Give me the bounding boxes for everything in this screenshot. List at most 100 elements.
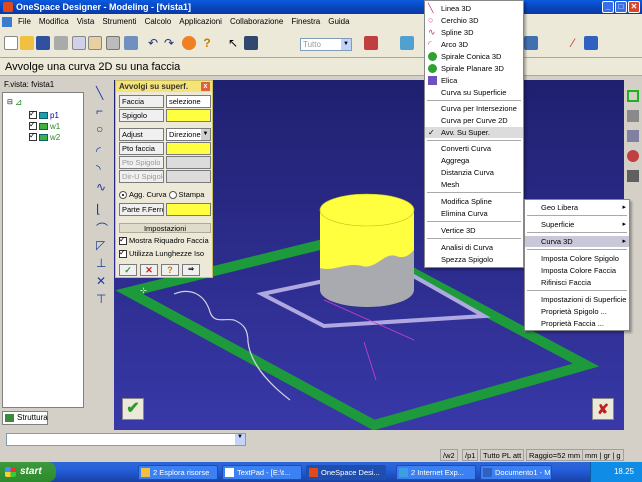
spigolo-field[interactable] bbox=[166, 109, 211, 122]
menu-item-curva-per-curve-2d[interactable]: Curva per Curve 2D bbox=[425, 115, 523, 126]
zoom-view-icon[interactable] bbox=[627, 150, 639, 162]
dialog-ok-button[interactable]: ✓ bbox=[119, 264, 137, 276]
menu-vista[interactable]: Vista bbox=[73, 14, 99, 30]
spigolo-button[interactable]: Spigolo bbox=[119, 109, 164, 122]
arc-tool-icon[interactable]: ◜ bbox=[96, 144, 110, 158]
copy-icon[interactable] bbox=[72, 36, 86, 50]
visibility-checkbox[interactable] bbox=[29, 131, 37, 141]
menu-applicazioni[interactable]: Applicazioni bbox=[175, 14, 226, 30]
minimize-button[interactable]: _ bbox=[602, 1, 614, 13]
menu-item-curva-su-superficie[interactable]: Curva su Superficie bbox=[425, 87, 523, 98]
menu-item-avv-su-super[interactable]: ✓ Avv. Su Super. bbox=[425, 127, 523, 138]
menu-item-curva-intersezione[interactable]: Curva per Intersezione bbox=[425, 103, 523, 114]
render-mode-icon[interactable] bbox=[627, 170, 639, 182]
help-icon[interactable]: ? bbox=[200, 36, 214, 50]
maximize-button[interactable]: □ bbox=[615, 1, 627, 13]
calculator-icon[interactable] bbox=[584, 36, 598, 50]
tree-item-p1[interactable]: p1 bbox=[29, 109, 59, 120]
menu-finestra[interactable]: Finestra bbox=[287, 14, 324, 30]
paste-icon[interactable] bbox=[88, 36, 102, 50]
menu-item-vertice-3d[interactable]: Vertice 3D bbox=[425, 225, 523, 236]
chamfer-tool-icon[interactable]: ◸ bbox=[96, 238, 110, 252]
circle-tool-icon[interactable]: ○ bbox=[96, 122, 110, 136]
pto-faccia-field[interactable] bbox=[166, 142, 211, 155]
viewport-ok-button[interactable]: ✔ bbox=[122, 398, 144, 420]
dialog-help-button[interactable]: ? bbox=[161, 264, 179, 276]
radio-agg-curva[interactable] bbox=[119, 190, 127, 199]
dir-u-spigolo-button[interactable]: Dir-U Spigolo bbox=[119, 170, 164, 183]
parte-ferro-button[interactable]: Parte F.Ferro bbox=[119, 203, 164, 216]
fillet-tool-icon[interactable]: ⌒ bbox=[96, 220, 110, 236]
tree-root[interactable]: ⊟ ⊿ bbox=[7, 97, 22, 107]
menu-item-linea-3d[interactable]: ╲ Linea 3D bbox=[425, 3, 523, 14]
menu-strumenti[interactable]: Strumenti bbox=[98, 14, 140, 30]
collapse-icon[interactable]: ⊟ bbox=[7, 98, 13, 106]
spline-tool-icon[interactable]: ∿ bbox=[96, 180, 110, 194]
mostra-riquadro-checkbox[interactable] bbox=[119, 235, 127, 245]
undo-icon[interactable]: ↶ bbox=[146, 36, 160, 50]
select-filter-icon[interactable] bbox=[244, 36, 258, 50]
stop-icon[interactable] bbox=[182, 36, 196, 50]
utilizza-lunghezze-checkbox[interactable] bbox=[119, 248, 127, 258]
pto-faccia-button[interactable]: Pto faccia bbox=[119, 142, 164, 155]
print-icon[interactable] bbox=[106, 36, 120, 50]
menu-modifica[interactable]: Modifica bbox=[35, 14, 73, 30]
task-documento1[interactable]: Documento1 - M... bbox=[480, 465, 552, 480]
menu-guida[interactable]: Guida bbox=[324, 14, 353, 30]
task-internet-explorer[interactable]: 2 Internet Exp... bbox=[396, 465, 476, 480]
menu-item-analisi-di-curva[interactable]: Analisi di Curva bbox=[425, 242, 523, 253]
close-button[interactable]: ✕ bbox=[628, 1, 640, 13]
menu-file[interactable]: File bbox=[14, 14, 35, 30]
adjust-button[interactable]: Adjust bbox=[119, 128, 164, 141]
dir-u-spigolo-field[interactable] bbox=[166, 170, 211, 183]
visibility-checkbox[interactable] bbox=[29, 120, 37, 130]
corner-tool-icon[interactable]: ⌊ bbox=[96, 202, 110, 216]
menu-item-cerchio-3d[interactable]: ○ Cerchio 3D bbox=[425, 15, 523, 26]
measure-icon[interactable] bbox=[364, 36, 378, 50]
print-preview-icon[interactable] bbox=[524, 36, 538, 50]
menu-item-converti-curva[interactable]: Converti Curva bbox=[425, 143, 523, 154]
menu-item-imposta-colore-spigolo[interactable]: Imposta Colore Spigolo bbox=[525, 253, 629, 264]
visibility-checkbox[interactable] bbox=[29, 109, 37, 119]
menu-calcolo[interactable]: Calcolo bbox=[141, 14, 176, 30]
polyline-tool-icon[interactable]: ⌐ bbox=[96, 104, 110, 118]
delete-icon[interactable] bbox=[54, 36, 68, 50]
tree-item-w1[interactable]: w1 bbox=[29, 120, 60, 131]
dialog-cancel-button[interactable]: ✕ bbox=[140, 264, 158, 276]
menu-item-aggrega[interactable]: Aggrega bbox=[425, 155, 523, 166]
menu-item-elimina-curva[interactable]: Elimina Curva bbox=[425, 208, 523, 219]
view-icon[interactable] bbox=[400, 36, 414, 50]
viewport-cancel-button[interactable]: ✘ bbox=[592, 398, 614, 420]
ruler-icon[interactable]: ⁄ bbox=[566, 36, 580, 50]
new-file-icon[interactable] bbox=[4, 36, 18, 50]
task-onespace[interactable]: OneSpace Desi... bbox=[306, 465, 386, 480]
menu-item-mesh[interactable]: Mesh bbox=[425, 179, 523, 190]
menu-item-modifica-spline[interactable]: Modifica Spline bbox=[425, 196, 523, 207]
options-icon[interactable] bbox=[124, 36, 138, 50]
selection-filter-select[interactable]: Tutto ▼ bbox=[300, 38, 352, 51]
command-input[interactable]: ▼ bbox=[6, 433, 246, 446]
menu-item-curva-3d[interactable]: Curva 3D ▸ bbox=[525, 236, 629, 247]
menu-collaborazione[interactable]: Collaborazione bbox=[226, 14, 287, 30]
menu-item-proprieta-spigolo[interactable]: Proprietà Spigolo ... bbox=[525, 306, 629, 317]
redo-icon[interactable]: ↷ bbox=[162, 36, 176, 50]
parte-ferro-field[interactable] bbox=[166, 203, 211, 216]
open-folder-icon[interactable] bbox=[20, 36, 34, 50]
tree-item-w2[interactable]: w2 bbox=[29, 131, 60, 142]
menu-item-superficie[interactable]: Superficie ▸ bbox=[525, 219, 629, 230]
direzione-select[interactable]: Direzione ▼ bbox=[166, 128, 211, 141]
rotate-view-icon[interactable] bbox=[627, 130, 639, 142]
faccia-field[interactable]: selezione bbox=[166, 95, 211, 108]
offset-tool-icon[interactable]: ⊥ bbox=[96, 256, 110, 270]
frame-view-icon[interactable] bbox=[627, 90, 639, 102]
task-esplora-risorse[interactable]: 2 Esplora risorse bbox=[138, 465, 218, 480]
menu-item-imposta-colore-faccia[interactable]: Imposta Colore Faccia bbox=[525, 265, 629, 276]
task-textpad[interactable]: TextPad - [E:\t... bbox=[222, 465, 302, 480]
pan-view-icon[interactable] bbox=[627, 110, 639, 122]
menu-item-spline-3d[interactable]: ∿ Spline 3D bbox=[425, 27, 523, 38]
menu-item-spezza-spigolo[interactable]: Spezza Spigolo bbox=[425, 254, 523, 265]
arc-alt-tool-icon[interactable]: ◝ bbox=[96, 162, 110, 176]
menu-item-impostazioni-superficie[interactable]: Impostazioni di Superficie bbox=[525, 294, 629, 305]
split-tool-icon[interactable]: ⊤ bbox=[96, 292, 110, 306]
line-tool-icon[interactable]: ╲ bbox=[96, 86, 110, 100]
